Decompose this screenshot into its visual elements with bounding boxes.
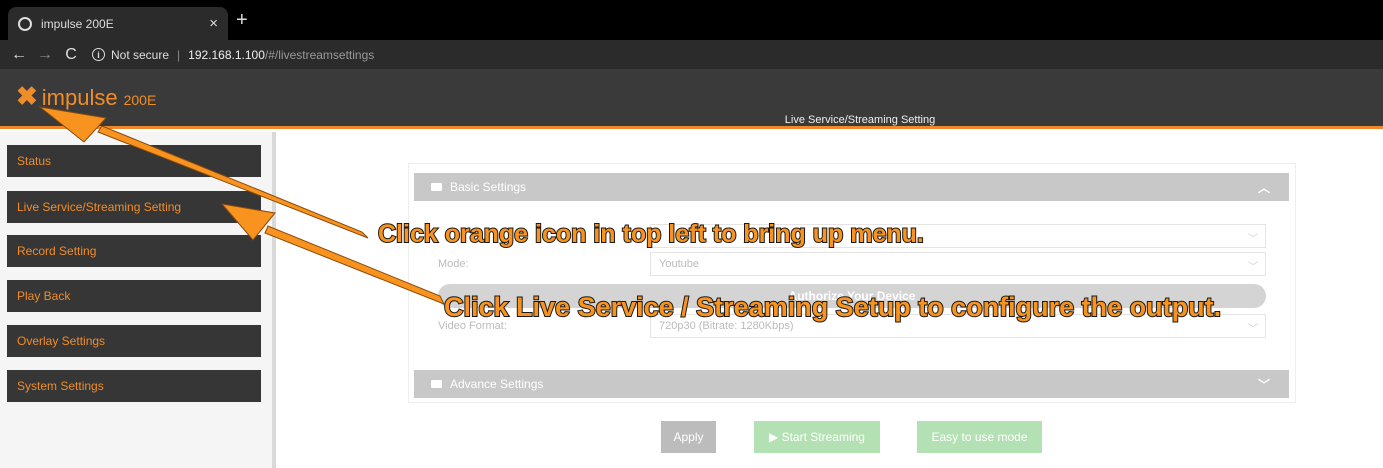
easy-mode-button[interactable]: Easy to use mode — [917, 421, 1042, 453]
sidebar-item-record-setting[interactable]: Record Setting — [7, 235, 261, 267]
forward-arrow-icon[interactable]: → — [32, 46, 58, 64]
logo: ✖ impulse 200E — [16, 83, 156, 111]
address-bar[interactable]: i Not secure | 192.168.1.100/#/livestrea… — [92, 48, 374, 62]
app-header: ✖ impulse 200E Live Service/Streaming Se… — [0, 69, 1383, 129]
security-label: Not secure — [111, 47, 170, 62]
mode-select[interactable]: Youtube ﹀ — [650, 252, 1266, 276]
chevron-down-icon: ﹀ — [1248, 324, 1258, 335]
chevron-up-icon[interactable]: ︿ — [1258, 179, 1270, 196]
advance-settings-header[interactable]: Advance Settings ﹀ — [414, 370, 1289, 398]
sidebar-item-system-settings[interactable]: System Settings — [7, 370, 261, 402]
camera-icon — [431, 183, 442, 191]
mode-value: Youtube — [659, 258, 699, 270]
tab-close-icon[interactable]: × — [209, 15, 218, 32]
globe-icon — [18, 16, 32, 31]
chevron-down-icon[interactable]: ﹀ — [1258, 376, 1270, 393]
sidebar-item-overlay-settings[interactable]: Overlay Settings — [7, 325, 261, 357]
new-tab-icon[interactable]: + — [236, 10, 248, 30]
tab-title: impulse 200E — [41, 16, 114, 31]
info-icon[interactable]: i — [92, 48, 105, 61]
chevron-down-icon: ﹀ — [1248, 262, 1258, 273]
browser-tab[interactable]: impulse 200E × — [8, 7, 228, 40]
back-arrow-icon[interactable]: ← — [6, 46, 32, 64]
url-text: 192.168.1.100/#/livestreamsettings — [188, 47, 375, 62]
chevron-down-icon: ﹀ — [1248, 234, 1258, 245]
mode-label: Mode: — [438, 258, 469, 270]
sidebar-item-live-service[interactable]: Live Service/Streaming Setting — [7, 191, 261, 223]
car-icon — [431, 380, 442, 388]
apply-button[interactable]: Apply — [661, 421, 716, 453]
annotation-live-service-hint: Click Live Service / Streaming Setup to … — [443, 291, 1222, 323]
browser-toolbar: ← → C i Not secure | 192.168.1.100/#/liv… — [0, 40, 1383, 69]
screenshot-root: impulse 200E × + ← → C i Not secure | 19… — [0, 0, 1383, 468]
omnibox-divider: | — [177, 47, 181, 62]
sidebar-item-play-back[interactable]: Play Back — [7, 280, 261, 312]
basic-settings-title: Basic Settings — [450, 180, 527, 194]
annotation-menu-hint: Click orange icon in top left to bring u… — [377, 219, 925, 249]
advance-settings-title: Advance Settings — [450, 377, 544, 391]
logo-model: 200E — [123, 92, 157, 108]
basic-settings-header[interactable]: Basic Settings ︿ — [414, 173, 1289, 201]
reload-icon[interactable]: C — [58, 46, 84, 64]
menu-toggle-icon[interactable]: ✖ — [16, 83, 38, 109]
page-title: Live Service/Streaming Setting — [784, 114, 936, 126]
start-streaming-button[interactable]: ▶ Start Streaming — [754, 421, 880, 453]
sidebar-item-status[interactable]: Status — [7, 145, 261, 177]
browser-tab-strip: impulse 200E × + — [0, 0, 1383, 40]
logo-text: impulse — [41, 85, 118, 110]
